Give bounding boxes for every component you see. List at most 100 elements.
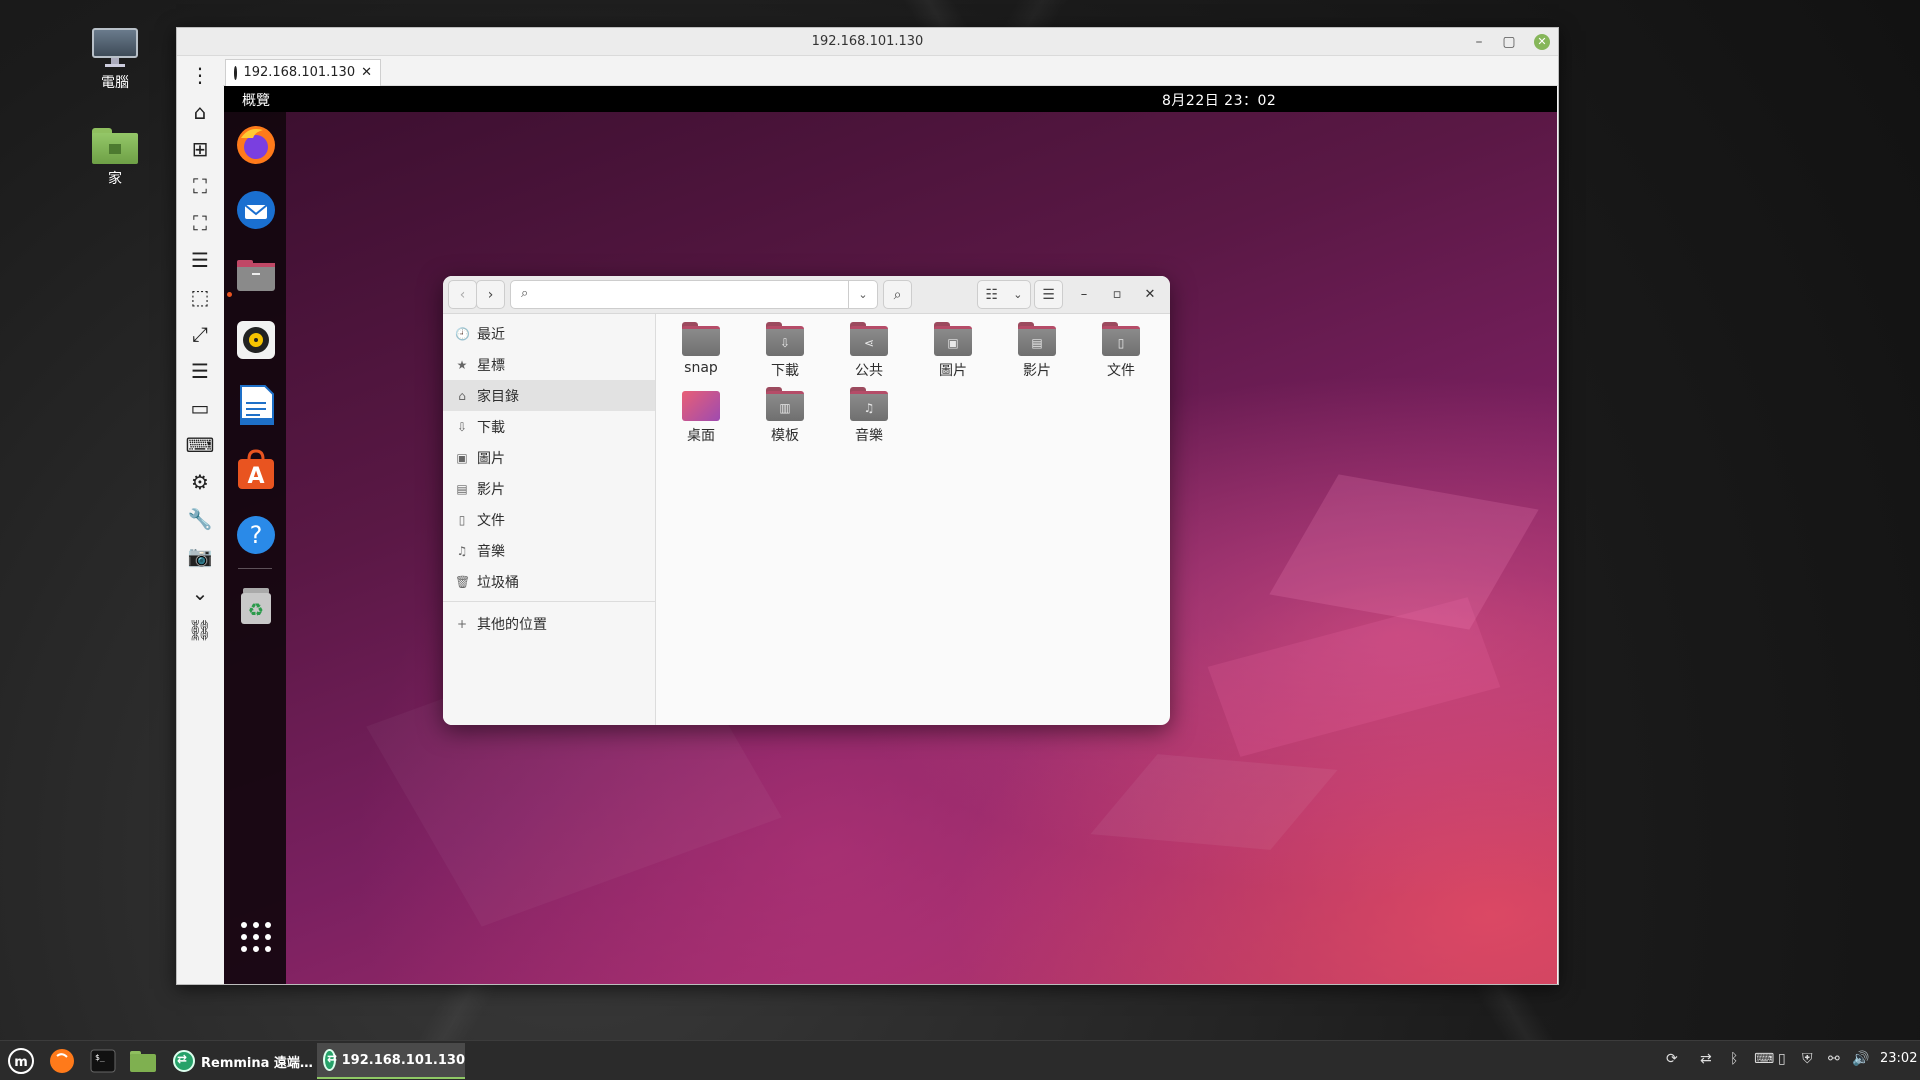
new-connection-icon[interactable]: ⊞ [177,130,223,167]
folder-label: 下載 [771,363,799,379]
writer-icon[interactable] [235,384,277,426]
maximize-button[interactable]: ▢ [1494,28,1524,56]
window-titlebar[interactable]: 192.168.101.130 – ▢ ✕ [177,28,1558,56]
view-options-button[interactable]: ☷ ⌄ [977,280,1031,309]
files-window: ‹ › ⌕ ⌄ ⌕ ☷ ⌄ ☰ – ▫ ✕ 🕘 最近 ★ 星標 ⌂ 家目錄 ⇩ … [443,276,1170,725]
folder-label: 桌面 [687,428,715,444]
desktop-icon-computer[interactable]: 電腦 [75,28,155,92]
sidebar-item-starred[interactable]: ★ 星標 [443,349,655,380]
sidebar-item-downloads[interactable]: ⇩ 下載 [443,411,655,442]
app-center-icon[interactable]: A [235,449,277,491]
files-headerbar[interactable]: ‹ › ⌕ ⌄ ⌕ ☷ ⌄ ☰ – ▫ ✕ [443,276,1170,314]
music-folder-icon: ♫ [850,387,888,421]
sidebar-item-documents[interactable]: ▯ 文件 [443,504,655,535]
clipboard-icon[interactable]: ▯ [1778,1051,1786,1067]
files-maximize-button[interactable]: ▫ [1103,280,1131,309]
files-minimize-button[interactable]: – [1070,280,1098,309]
fit-window-icon[interactable]: ⛶ [177,167,223,204]
firefox-icon[interactable] [235,124,277,166]
remote-top-bar: 概覽 8月22日 23：02 [224,86,1557,112]
folder-label: 音樂 [855,428,883,444]
chevron-down-icon[interactable]: ⌄ [848,281,877,308]
desktop-icon-label: 電腦 [101,75,129,91]
terminal-launcher-icon[interactable]: $_ [86,1045,120,1077]
thunderbird-icon[interactable] [235,189,277,231]
home-icon: ⌂ [458,388,466,403]
network-icon[interactable]: ⚯ [1828,1051,1840,1067]
ubuntu-dock: A ? ♻ [224,112,286,984]
disconnect-icon[interactable]: ⛓ [177,611,223,648]
folder-item-documents[interactable]: ▯ 文件 [1079,322,1163,380]
help-icon[interactable]: ? [235,514,277,556]
files-close-button[interactable]: ✕ [1136,280,1164,309]
svg-text:?: ? [250,521,263,549]
search-button[interactable]: ⌕ [883,280,912,309]
trash-icon[interactable]: ♻ [235,584,277,626]
remmina-icon [323,1049,337,1071]
switch-tab-icon[interactable]: ▭ [177,389,223,426]
keyboard-grab-icon[interactable]: ⌨ [177,426,223,463]
folder-item-videos[interactable]: ▤ 影片 [995,322,1079,380]
folder-item-snap[interactable]: snap [659,322,743,376]
taskbar-clock[interactable]: 23:02 [1880,1051,1917,1066]
folder-item-templates[interactable]: ▥ 模板 [743,387,827,445]
sidebar-item-other-locations[interactable]: + 其他的位置 [443,608,655,639]
tab-bar: 192.168.101.130 ✕ [223,56,1558,86]
tab-close-button[interactable]: ✕ [361,60,372,86]
back-button[interactable]: ‹ [448,280,477,309]
files-icon[interactable] [235,254,277,296]
remote-screen[interactable]: 概覽 8月22日 23：02 A ? ♻ ‹ › ⌕ ⌄ ⌕ ☷ ⌄ ☰ – ▫… [224,86,1557,984]
firefox-launcher-icon[interactable] [45,1045,79,1077]
task-remmina-main[interactable]: Remmina 遠端… [167,1043,315,1079]
folder-item-public[interactable]: ⋖ 公共 [827,322,911,380]
home-icon[interactable]: ⌂ [177,93,223,130]
mint-menu-button[interactable]: m [4,1045,38,1077]
sidebar-item-music[interactable]: ♫ 音樂 [443,535,655,566]
sidebar-item-label: 家目錄 [477,388,519,405]
sidebar-item-trash[interactable]: 🗑 垃圾桶 [443,566,655,597]
main-menu-button[interactable]: ☰ [1034,280,1063,309]
sidebar-item-label: 垃圾桶 [477,574,519,591]
multi-monitor-icon[interactable]: ☰ [177,352,223,389]
remote-icon [234,66,247,80]
desktop-icon-home[interactable]: 家 [75,128,155,188]
tools-icon[interactable]: 🔧 [177,500,223,537]
tab-connection[interactable]: 192.168.101.130 ✕ [225,59,381,86]
scaled-mode-icon[interactable]: ⤢ [177,315,223,352]
bluetooth-icon[interactable]: ᛒ [1730,1051,1738,1067]
activities-button[interactable]: 概覽 [242,90,270,110]
remote-clock[interactable]: 8月22日 23：02 [1162,90,1276,110]
keyboard-icon[interactable]: ⌨ [1754,1051,1774,1067]
files-launcher-icon[interactable] [126,1045,160,1077]
folder-item-downloads[interactable]: ⇩ 下載 [743,322,827,380]
sidebar-item-label: 星標 [477,357,505,374]
sidebar-item-recent[interactable]: 🕘 最近 [443,318,655,349]
folder-item-pictures[interactable]: ▣ 圖片 [911,322,995,380]
fullscreen-icon[interactable]: ⛶ [177,204,223,241]
folder-label: 模板 [771,428,799,444]
show-apps-icon[interactable] [235,916,277,958]
location-search-input[interactable]: ⌕ ⌄ [510,280,878,309]
volume-icon[interactable]: 🔊 [1852,1051,1869,1067]
dynamic-resolution-icon[interactable]: ⬚ [177,278,223,315]
folder-icon [682,322,720,356]
sidebar-item-pictures[interactable]: ▣ 圖片 [443,442,655,473]
minimize-icon[interactable]: ⌄ [177,574,223,611]
folder-item-desktop[interactable]: 桌面 [659,387,743,445]
task-remmina-connection[interactable]: 192.168.101.130 [317,1043,465,1079]
rhythmbox-icon[interactable] [235,319,277,361]
close-button[interactable]: ✕ [1534,34,1550,50]
screenshot-icon[interactable]: 📷 [177,537,223,574]
sidebar-item-home[interactable]: ⌂ 家目錄 [443,380,655,411]
preferences-icon[interactable]: ⚙ [177,463,223,500]
sidebar-item-videos[interactable]: ▤ 影片 [443,473,655,504]
minimize-button[interactable]: – [1464,28,1494,56]
film-icon: ▤ [456,481,468,496]
menu-icon[interactable]: ⋮ [177,56,223,93]
shield-icon[interactable]: ⛨ [1802,1051,1813,1067]
toggle-menu-icon[interactable]: ☰ [177,241,223,278]
forward-button[interactable]: › [476,280,505,309]
update-manager-icon[interactable]: ⟳ [1666,1051,1678,1067]
remmina-tray-icon[interactable]: ⇄ [1700,1051,1712,1067]
folder-item-music[interactable]: ♫ 音樂 [827,387,911,445]
